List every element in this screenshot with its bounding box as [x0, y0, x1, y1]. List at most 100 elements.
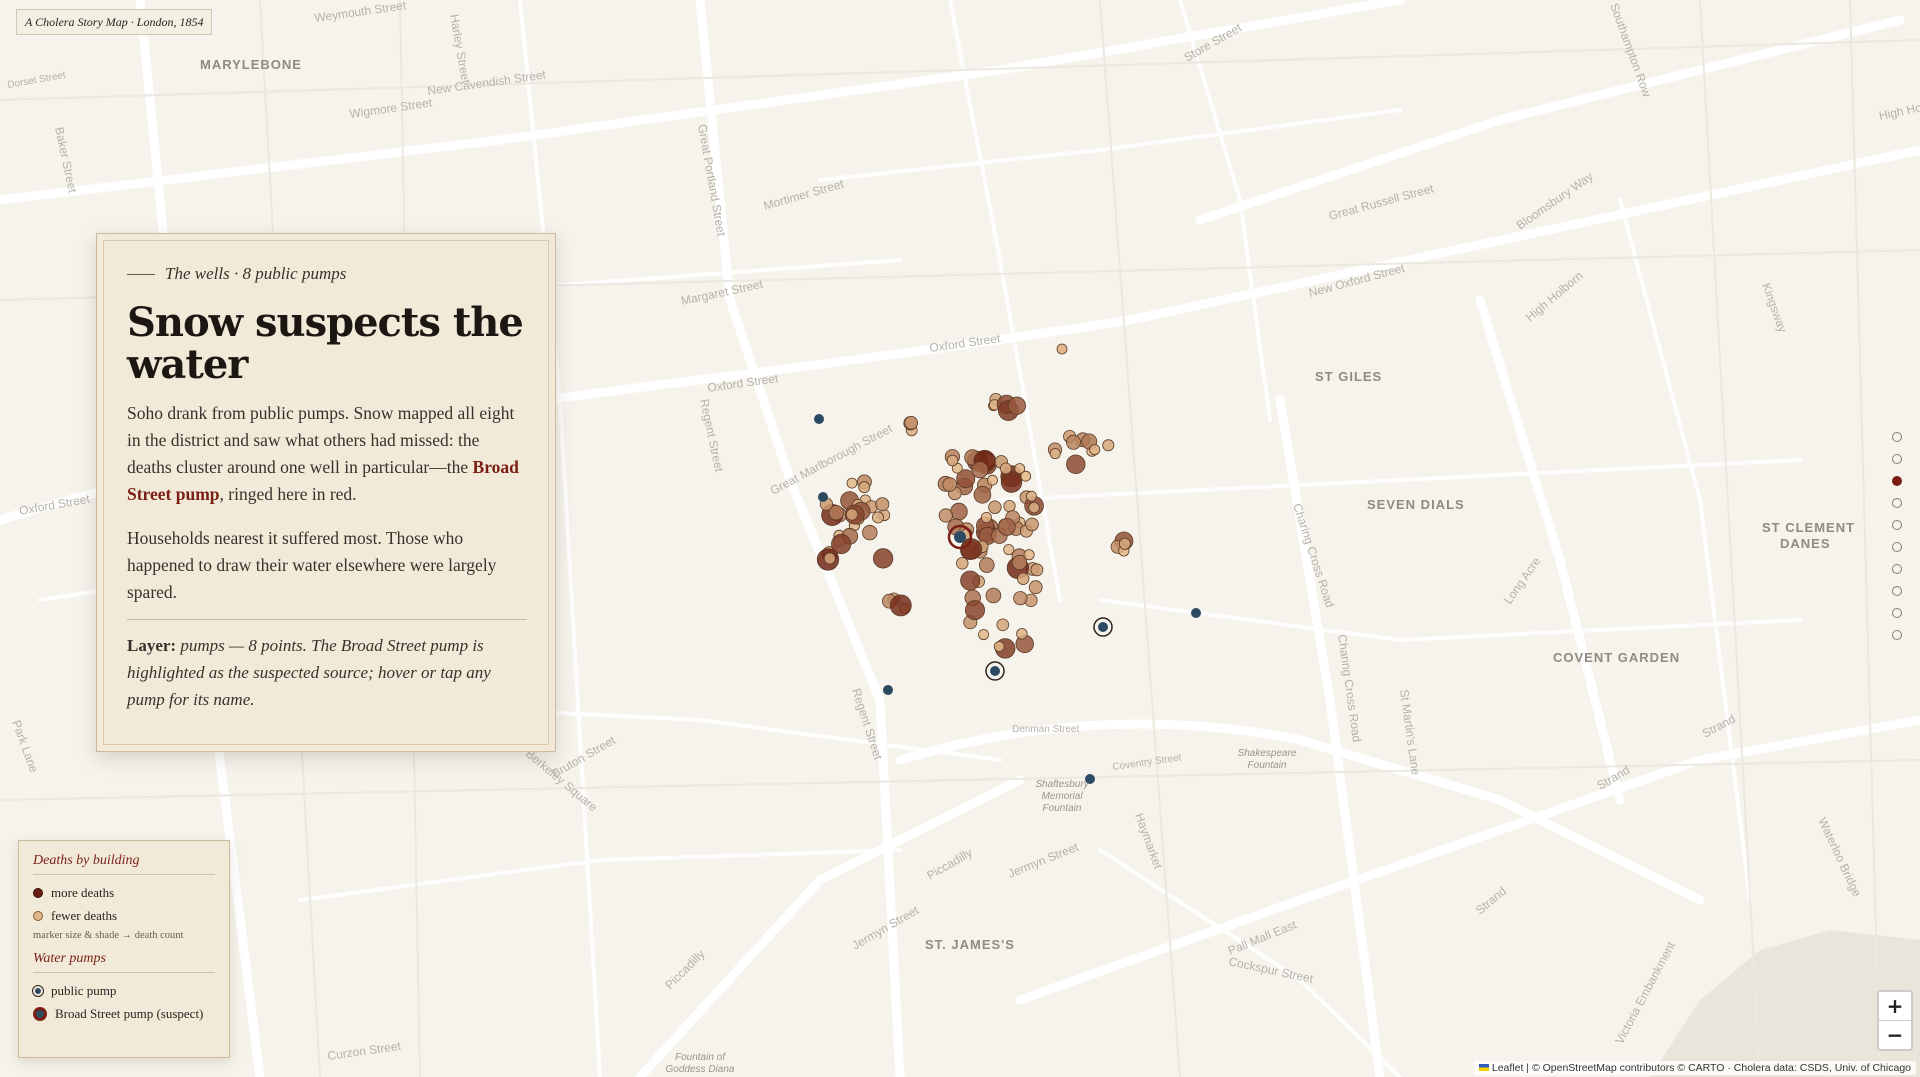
death-marker[interactable] [1028, 502, 1040, 514]
step-dot[interactable] [1892, 454, 1902, 464]
death-marker[interactable] [1056, 343, 1068, 355]
para1-text-end: , ringed here in red. [219, 484, 357, 504]
death-marker[interactable] [978, 557, 995, 573]
step-dot[interactable] [1892, 608, 1902, 618]
death-marker[interactable] [823, 552, 836, 565]
death-marker[interactable] [956, 557, 969, 570]
pump-marker[interactable] [1085, 774, 1095, 784]
death-marker[interactable] [1000, 462, 1012, 475]
death-marker[interactable] [950, 502, 968, 521]
death-marker[interactable] [1007, 396, 1027, 415]
district-label: ST. JAMES'S [925, 937, 1015, 952]
death-marker[interactable] [946, 454, 959, 467]
pump-marker[interactable] [883, 685, 893, 695]
death-marker[interactable] [960, 570, 981, 591]
poi-label: Goddess Diana [666, 1064, 735, 1075]
death-marker[interactable] [862, 524, 878, 541]
step-dot[interactable] [1892, 564, 1902, 574]
death-marker[interactable] [965, 600, 986, 621]
pump-marker[interactable] [814, 414, 824, 424]
street-label: Regent Street [697, 398, 726, 474]
step-dot[interactable] [1892, 520, 1902, 530]
attribution-text[interactable]: Leaflet | © OpenStreetMap contributors ©… [1492, 1062, 1911, 1074]
legend-label: fewer deaths [51, 907, 118, 923]
death-marker[interactable] [831, 533, 852, 555]
death-marker[interactable] [1028, 580, 1043, 595]
death-marker[interactable] [1066, 434, 1082, 450]
death-marker[interactable] [858, 481, 871, 494]
death-marker[interactable] [987, 474, 998, 486]
death-marker[interactable] [1014, 463, 1026, 474]
street-label: Coventry Street [1112, 752, 1183, 773]
death-marker[interactable] [1017, 572, 1030, 585]
street-label: Kingsway [1759, 281, 1790, 334]
death-marker[interactable] [1023, 549, 1035, 561]
death-marker[interactable] [942, 477, 957, 492]
legend-row: public pump [32, 979, 215, 1002]
death-marker[interactable] [845, 508, 859, 521]
pump-marker[interactable] [818, 492, 828, 502]
kicker-text: The wells · 8 public pumps [165, 264, 347, 283]
death-marker[interactable] [904, 415, 918, 430]
legend-label: Broad Street pump (suspect) [55, 1005, 204, 1021]
poi-label: Shaftesbury [1035, 779, 1089, 790]
death-marker[interactable] [985, 587, 1002, 604]
broad-street-pump-marker[interactable] [954, 531, 966, 543]
step-dot[interactable] [1892, 586, 1902, 596]
death-marker[interactable] [1000, 471, 1023, 493]
map-attribution: Leaflet | © OpenStreetMap contributors ©… [1473, 1061, 1916, 1075]
death-marker[interactable] [1030, 563, 1044, 577]
death-marker[interactable] [1003, 499, 1016, 513]
poi-label: Fountain of [675, 1052, 726, 1063]
death-marker[interactable] [988, 500, 1002, 514]
zoom-in-button[interactable]: + [1879, 992, 1911, 1020]
pump-marker[interactable] [990, 666, 1000, 676]
death-marker[interactable] [872, 511, 885, 524]
death-marker[interactable] [1025, 517, 1039, 532]
death-marker[interactable] [938, 508, 953, 523]
step-dot[interactable] [1892, 432, 1902, 442]
death-marker[interactable] [997, 518, 1016, 536]
death-marker[interactable] [846, 477, 858, 489]
poi-label: Memorial [1041, 791, 1083, 802]
street-label: Piccadilly [662, 947, 707, 992]
district-label: SEVEN DIALS [1367, 497, 1465, 512]
death-marker[interactable] [1026, 490, 1037, 502]
legend-pumps-title: Water pumps [33, 951, 215, 973]
death-marker[interactable] [1013, 591, 1028, 606]
death-marker[interactable] [875, 497, 890, 512]
legend: Deaths by building more deaths fewer dea… [18, 840, 230, 1058]
step-dot[interactable] [1892, 476, 1902, 486]
death-marker[interactable] [1118, 537, 1131, 550]
zoom-control: + − [1877, 990, 1913, 1051]
death-marker[interactable] [1102, 439, 1115, 452]
pump-marker[interactable] [1098, 622, 1108, 632]
death-marker[interactable] [980, 512, 992, 524]
step-dot[interactable] [1892, 542, 1902, 552]
street-label: Baker Street [52, 126, 80, 195]
street-label: Park Lane [9, 718, 41, 774]
death-marker[interactable] [1049, 448, 1061, 460]
death-marker[interactable] [978, 629, 990, 641]
street-label: Waterloo Bridge [1815, 815, 1864, 899]
street-label: Great Russell Street [1327, 181, 1436, 223]
death-marker[interactable] [993, 641, 1005, 652]
poi-label: Shakespeare [1238, 748, 1297, 759]
death-marker[interactable] [1016, 628, 1028, 640]
death-marker[interactable] [872, 548, 894, 569]
death-marker[interactable] [1003, 544, 1015, 556]
death-marker[interactable] [1089, 444, 1101, 456]
death-marker[interactable] [996, 618, 1010, 632]
street-label: Piccadilly [925, 845, 975, 882]
death-marker[interactable] [960, 538, 983, 560]
death-marker[interactable] [889, 594, 912, 617]
step-dot[interactable] [1892, 498, 1902, 508]
death-marker[interactable] [973, 485, 992, 504]
death-marker[interactable] [1066, 454, 1086, 475]
zoom-out-button[interactable]: − [1879, 1020, 1911, 1049]
death-marker[interactable] [971, 461, 989, 479]
step-dot[interactable] [1892, 630, 1902, 640]
street-label: Dorset Street [7, 70, 67, 91]
pump-marker[interactable] [1191, 608, 1201, 618]
death-markers-layer [816, 343, 1134, 659]
